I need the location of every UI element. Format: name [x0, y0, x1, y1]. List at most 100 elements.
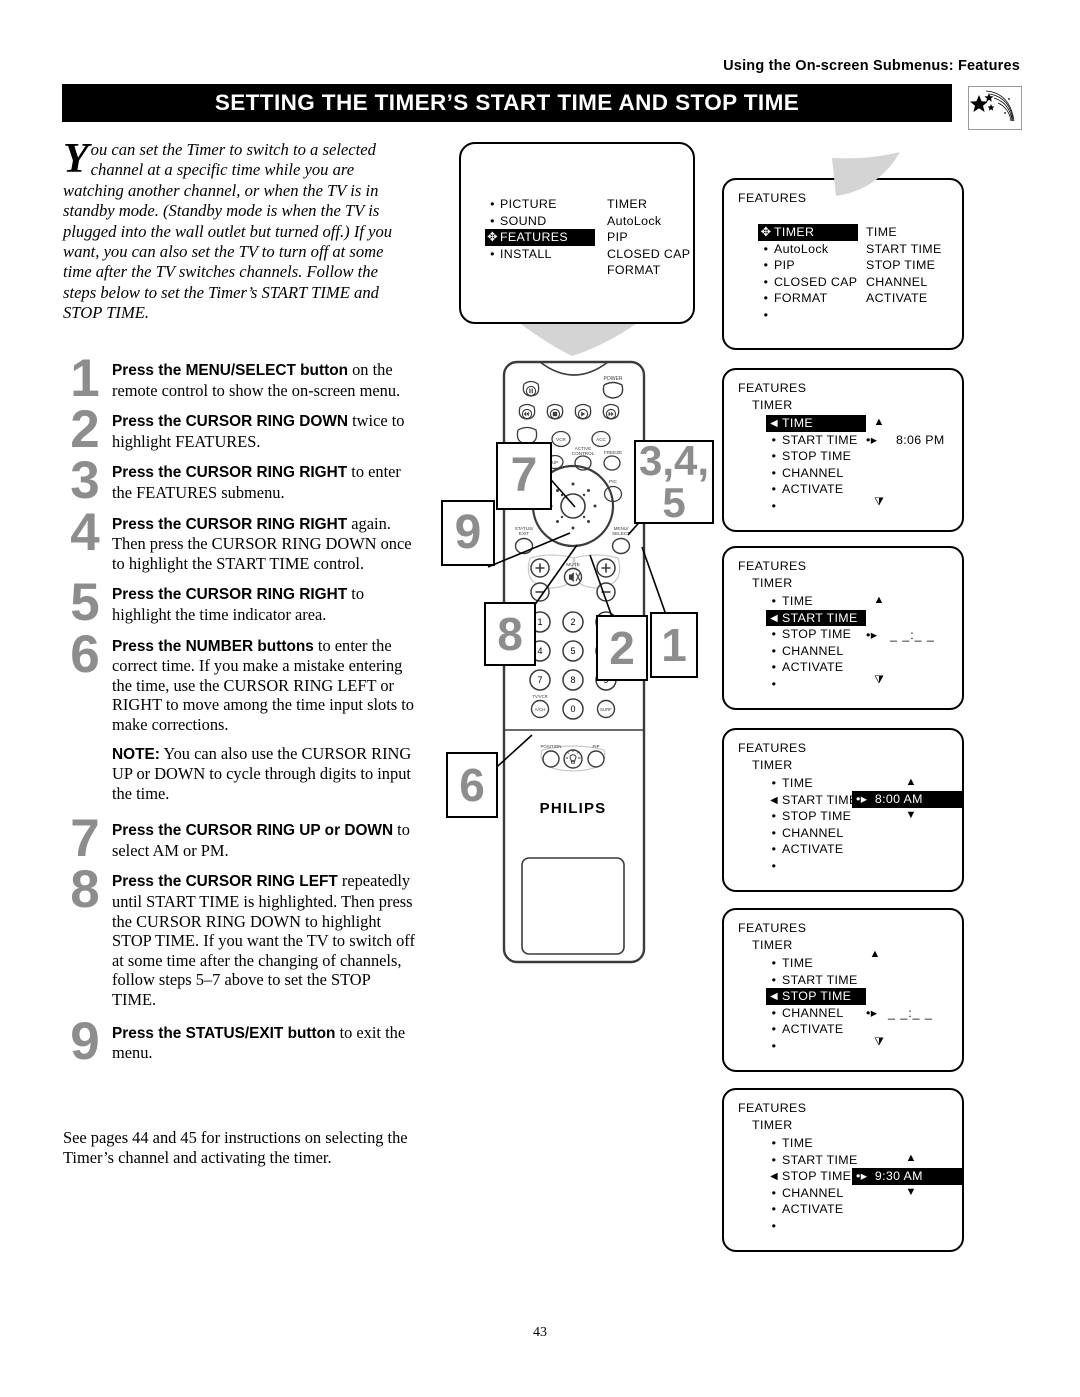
panel-item-start-time[interactable]: ◄ START TIME — [766, 792, 858, 809]
step-bold: Press the CURSOR RING RIGHT — [112, 586, 348, 604]
panel-item-time-selected[interactable]: ◄ TIME — [766, 415, 866, 432]
callout-345-line1: 3,4, — [638, 437, 710, 484]
step-number: 2 — [70, 400, 100, 460]
panel-item[interactable]: • CHANNEL — [766, 465, 866, 482]
manual-page: Using the On-screen Submenus: Features S… — [0, 0, 1080, 1397]
panel-item[interactable]: • START TIME — [766, 1152, 858, 1169]
scroll-down-arrow-icon[interactable]: ▼ — [904, 1186, 918, 1198]
drop-cap: Y — [63, 136, 89, 182]
panel-value-stop-time-highlighted[interactable]: •▸ 9:30 AM — [852, 1168, 962, 1185]
panel-value-time[interactable]: 8:06 PM — [896, 432, 945, 449]
step-item: 9 Press the STATUS/EXIT button to exit t… — [63, 1015, 415, 1068]
callout-8: 8 — [484, 602, 536, 666]
step-bold: Press the CURSOR RING UP or DOWN — [112, 822, 394, 840]
panel-item[interactable]: • STOP TIME — [766, 808, 858, 825]
bullet-icon: • — [771, 956, 777, 970]
panel-value-text: 8:00 AM — [874, 792, 923, 806]
bullet-icon: • — [771, 972, 777, 987]
tv-menu-item[interactable]: • PICTURE — [485, 196, 597, 213]
panel-item[interactable]: • STOP TIME — [766, 626, 866, 643]
panel-item: • — [766, 498, 866, 515]
panel-item-stop-time-selected[interactable]: ◄ STOP TIME — [766, 988, 866, 1005]
tv-submenu-item[interactable]: PIP — [607, 229, 717, 246]
panel-item-label: ACTIVATE — [782, 482, 844, 496]
tv-submenu-item[interactable]: TIMER — [607, 196, 717, 213]
tv-submenu-item[interactable]: CLOSED CAP — [607, 246, 717, 263]
tv-menu-item[interactable]: • INSTALL — [485, 246, 597, 263]
tv-menu-item[interactable]: • SOUND — [485, 213, 597, 230]
arrow-left-icon: ◄ — [767, 1169, 781, 1183]
scroll-down-arrow-icon[interactable]: ⧩ — [872, 1036, 886, 1049]
scroll-down-arrow-icon[interactable]: ⧩ — [872, 674, 886, 687]
step-number: 9 — [70, 1011, 100, 1071]
panel-item[interactable]: • ACTIVATE — [766, 481, 866, 498]
tv-main-menu-screen: • PICTURE • SOUND ✥ FEATURES • INSTALL TIMER… — [459, 142, 695, 324]
panel-item-label: TIME — [782, 956, 813, 970]
scroll-up-arrow-icon[interactable]: ▲ — [872, 594, 886, 606]
panel-item-label: STOP TIME — [782, 989, 852, 1003]
step-bold: Press the STATUS/EXIT button — [112, 1024, 336, 1042]
step-number: 3 — [70, 451, 100, 511]
step-item: 1 Press the MENU/SELECT button on the re… — [63, 352, 415, 405]
panel-item[interactable]: • STOP TIME — [766, 448, 866, 465]
step-rest: repeatedly until START TIME is highlight… — [112, 871, 415, 1010]
panel-value-start-time[interactable]: _ _:_ _ — [890, 627, 935, 644]
panel-item: • — [766, 1218, 858, 1235]
tv-submenu-item[interactable]: FORMAT — [607, 262, 717, 279]
panel-item[interactable]: • CHANNEL — [766, 643, 866, 660]
bullet-icon: • — [771, 1005, 777, 1020]
bullet-icon: • — [490, 197, 495, 211]
tv-menu-item-label: FEATURES — [500, 230, 568, 244]
bullet-icon: • — [771, 498, 777, 513]
bullet-icon: • — [771, 1185, 777, 1200]
panel-item: • — [766, 676, 866, 693]
scroll-up-arrow-icon[interactable]: ▲ — [904, 776, 918, 788]
scroll-up-arrow-icon[interactable]: ▲ — [904, 1152, 918, 1164]
step-item: 3 Press the CURSOR RING RIGHT to enter t… — [63, 454, 415, 507]
panel-subtitle: TIMER — [752, 398, 793, 412]
step-bold: Press the CURSOR RING RIGHT — [112, 515, 348, 533]
panel-item-label: TIME — [782, 594, 813, 608]
scroll-up-arrow-icon[interactable]: ▲ — [872, 416, 886, 428]
panel-value-start-time-highlighted[interactable]: •▸ 8:00 AM — [852, 791, 962, 808]
tv-menu-item-features-selected[interactable]: ✥ FEATURES — [485, 229, 595, 246]
step-body: Press the CURSOR RING LEFT repeatedly un… — [112, 871, 415, 1009]
note-bold: NOTE: — [112, 745, 160, 763]
bullet-icon: • — [490, 246, 495, 261]
panel-item[interactable]: • CHANNEL — [766, 1185, 858, 1202]
bullet-icon: • — [771, 660, 777, 674]
panel-item[interactable]: • ACTIVATE — [766, 841, 858, 858]
panel-item[interactable]: • CHANNEL — [766, 825, 858, 842]
panel-item[interactable]: • ACTIVATE — [766, 659, 866, 676]
panel-item-label: CHANNEL — [782, 825, 844, 840]
panel-subtitle: TIMER — [752, 758, 793, 772]
panel-item-label: START TIME — [782, 1152, 858, 1167]
bullet-icon: • — [771, 858, 777, 873]
bullet-icon: • — [771, 676, 777, 691]
panel-item[interactable]: • CHANNEL — [766, 1005, 866, 1022]
panel-item-label: START TIME — [782, 610, 858, 625]
panel-item-label: TIME — [782, 776, 813, 790]
scroll-down-arrow-icon[interactable]: ⧩ — [872, 496, 886, 509]
step-item: 8 Press the CURSOR RING LEFT repeatedly … — [63, 863, 415, 1009]
panel-title: FEATURES — [738, 559, 807, 573]
scroll-up-arrow-icon[interactable]: ▲ — [868, 948, 882, 960]
panel-item-stop-time[interactable]: ◄ STOP TIME — [766, 1168, 858, 1185]
panel-item[interactable]: • ACTIVATE — [766, 1201, 858, 1218]
panel-value-stop-time[interactable]: _ _:_ _ — [888, 1005, 933, 1022]
panel-item[interactable]: • START TIME — [766, 432, 866, 449]
step-item: 4 Press the CURSOR RING RIGHT again. The… — [63, 506, 415, 574]
tv-menu-left-column: • PICTURE • SOUND ✥ FEATURES • INSTALL — [485, 196, 597, 262]
tv-menu-item-label: INSTALL — [500, 246, 552, 261]
panel-item[interactable]: • TIME — [766, 593, 866, 610]
panel-item-start-time-selected[interactable]: ◄ START TIME — [766, 609, 866, 626]
panel-item[interactable]: • TIME — [766, 1135, 858, 1152]
tv-submenu-item[interactable]: AutoLock — [607, 213, 717, 230]
bullet-icon: • — [771, 465, 777, 480]
panel-item[interactable]: • ACTIVATE — [766, 1021, 866, 1038]
scroll-down-arrow-icon[interactable]: ▼ — [904, 809, 918, 821]
panel-item[interactable]: • TIME — [766, 955, 866, 972]
step-item: 5 Press the CURSOR RING RIGHT to highlig… — [63, 576, 415, 629]
panel-item[interactable]: • TIME — [766, 775, 858, 792]
panel-item[interactable]: • START TIME — [766, 972, 866, 989]
